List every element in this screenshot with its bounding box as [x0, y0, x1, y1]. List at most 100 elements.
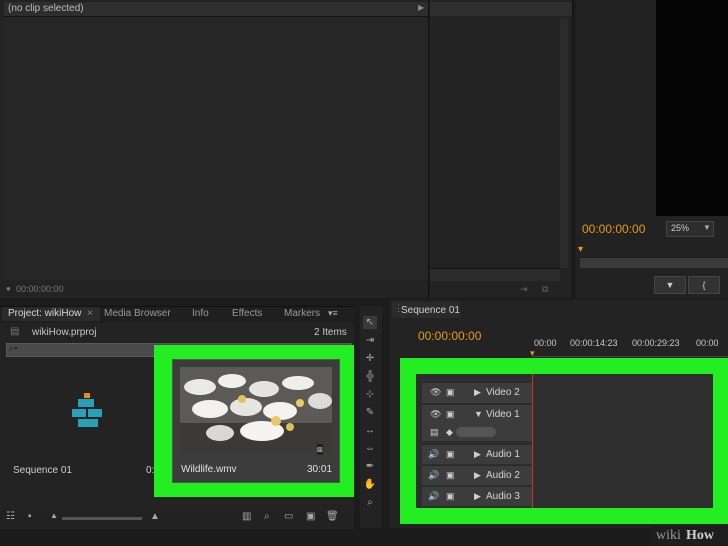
expand-icon[interactable]: ▶ — [474, 470, 481, 481]
tab-info[interactable]: Info — [186, 307, 215, 321]
sync-lock-icon[interactable]: ▣ — [446, 387, 455, 398]
track-name: Audio 2 — [486, 470, 520, 481]
program-playhead-icon[interactable]: ▾ — [578, 244, 583, 255]
hand-tool[interactable]: ✋ — [363, 478, 377, 491]
side-scrollbar[interactable] — [560, 18, 568, 268]
time-ruler[interactable]: 00:00 00:00:14:23 00:00:29:23 00:00 ▾ — [530, 338, 728, 358]
speaker-icon[interactable]: 🔊 — [428, 449, 439, 460]
selection-tool[interactable]: ↖ — [363, 316, 377, 329]
panel-menu-icon[interactable]: ▾≡ — [328, 308, 338, 319]
track-content-area[interactable] — [532, 374, 713, 508]
zoom-select[interactable]: 25% ▼ — [666, 221, 714, 237]
expand-icon[interactable]: ▶ — [474, 387, 481, 398]
zoom-value: 25% — [671, 223, 690, 233]
sync-lock-icon[interactable]: ▣ — [446, 409, 455, 420]
wildlife-thumbnail-image — [180, 367, 332, 453]
project-bottom-toolbar: ☷ ▪ ▲ ▲ ▥ ⌕ ▭ ▣ 🗑 — [0, 511, 354, 527]
list-view-icon[interactable]: ☷ — [6, 511, 15, 522]
program-scrubber[interactable] — [580, 258, 728, 268]
speaker-icon[interactable]: 🔊 — [428, 470, 439, 481]
source-side-panel: ⇥ ⧉ — [430, 0, 573, 298]
wikihow-watermark: wiki How — [652, 526, 728, 546]
mark-in-icon: { — [702, 280, 706, 290]
slip-tool[interactable]: ↔ — [363, 424, 377, 437]
source-clip-header[interactable]: (no clip selected) ▶ — [4, 2, 428, 17]
collapse-icon[interactable]: ▼ — [474, 409, 483, 419]
zoom-slider[interactable] — [62, 517, 142, 520]
track-name: Video 1 — [486, 409, 520, 420]
eye-icon[interactable]: 👁 — [430, 387, 441, 398]
expand-icon[interactable]: ▶ — [474, 449, 481, 460]
program-timecode: 00:00:00:00 — [582, 222, 646, 236]
watermark-how: How — [686, 528, 714, 543]
eye-icon[interactable]: 👁 — [430, 409, 441, 420]
search-icon: ⌕▾ — [9, 343, 18, 353]
display-style-icon[interactable]: ▤ — [430, 427, 439, 438]
ripple-edit-tool[interactable]: ✛ — [363, 352, 377, 365]
speaker-icon[interactable]: 🔊 — [428, 491, 439, 502]
tab-media-browser[interactable]: Media Browser — [98, 307, 177, 321]
header-menu-arrow-icon[interactable]: ▶ — [418, 3, 424, 12]
rate-stretch-tool[interactable]: ⊹ — [363, 388, 377, 401]
tab-effects[interactable]: Effects — [226, 307, 268, 321]
source-monitor-panel: (no clip selected) ▶ ● 00:00:00:00 — [0, 0, 429, 298]
expand-icon[interactable]: ▶ — [474, 491, 481, 502]
timeline-tab[interactable]: ⋮ Sequence 01 — [392, 302, 460, 318]
export-frame-icon[interactable]: ⇥ — [520, 284, 528, 295]
wildlife-item-duration: 30:01 — [307, 464, 333, 475]
track-select-tool[interactable]: ⇥ — [363, 334, 377, 347]
close-icon[interactable]: × — [87, 308, 93, 319]
project-file-icon: ▤ — [10, 326, 20, 337]
trash-icon[interactable]: 🗑 — [326, 511, 339, 522]
razor-tool[interactable]: ✎ — [363, 406, 377, 419]
tab-project[interactable]: Project: wikiHow × — [2, 307, 100, 321]
tab-markers-label: Markers — [284, 308, 321, 319]
new-item-icon[interactable]: ▣ — [306, 511, 315, 522]
tools-panel: ↖ ⇥ ✛ ╬ ⊹ ✎ ↔ ⇔ ✒ ✋ ⌕ — [360, 306, 382, 528]
zoom-out-icon[interactable]: ▲ — [50, 511, 58, 520]
project-tabbar: Project: wikiHow × Media Browser Info Ef… — [0, 307, 354, 323]
tab-markers[interactable]: Markers — [278, 307, 326, 321]
ruler-label: 00:00:14:23 — [570, 338, 618, 348]
timeline-panel: ⋮ Sequence 01 00:00:00:00 00:00 00:00:14… — [390, 300, 728, 528]
zoom-tool[interactable]: ⌕ — [363, 496, 377, 509]
mark-in-button[interactable]: { — [688, 276, 720, 294]
project-item-wildlife[interactable]: ⧈ Wildlife.wmv 30:01 — [172, 359, 340, 483]
keyframe-nav[interactable] — [456, 427, 496, 437]
ruler-label: 00:00 — [534, 338, 557, 348]
settings-icon[interactable]: ⧉ — [542, 284, 548, 295]
timeline-timecode[interactable]: 00:00:00:00 — [418, 329, 481, 343]
project-file-name: wikiHow.prproj — [32, 327, 97, 338]
sync-lock-icon[interactable]: ▣ — [446, 491, 455, 502]
rolling-edit-tool[interactable]: ╬ — [363, 370, 377, 383]
track-name: Video 2 — [486, 387, 520, 398]
source-side-header — [430, 2, 572, 16]
sequence-item-name: Sequence 01 — [13, 465, 72, 476]
tab-project-label: Project: wikiHow — [8, 308, 82, 319]
slide-tool[interactable]: ⇔ — [363, 442, 377, 455]
automate-to-sequence-icon[interactable]: ▥ — [242, 511, 251, 522]
side-hscrollbar[interactable] — [430, 268, 560, 281]
wildlife-thumbnail — [180, 367, 332, 453]
track-area: 👁 ▣ ▶ Video 2 👁 ▣ ▼ Video 1 ▤ ◆ 🔊 ▣ ▶ Au… — [416, 374, 713, 508]
sync-lock-icon[interactable]: ▣ — [446, 470, 455, 481]
ruler-label: 00:00 — [696, 338, 719, 348]
source-clip-label: (no clip selected) — [8, 3, 84, 14]
project-item-sequence[interactable]: Sequence 01 0:00 — [6, 363, 165, 479]
zoom-in-icon[interactable]: ▲ — [150, 511, 160, 522]
source-playhead-icon[interactable]: ● — [6, 284, 11, 293]
find-icon[interactable]: ⌕ — [264, 511, 270, 522]
new-bin-icon[interactable]: ▭ — [284, 511, 293, 522]
playhead-line[interactable] — [532, 374, 533, 508]
source-monitor-viewer — [4, 18, 428, 280]
sync-lock-icon[interactable]: ▣ — [446, 449, 455, 460]
keyframe-icon[interactable]: ◆ — [446, 427, 453, 438]
icon-view-icon[interactable]: ▪ — [28, 511, 32, 522]
pen-tool[interactable]: ✒ — [363, 460, 377, 473]
add-marker-button[interactable]: ▼ — [654, 276, 686, 294]
program-viewer — [656, 0, 728, 216]
wildlife-item-name: Wildlife.wmv — [181, 464, 237, 475]
track-name: Audio 3 — [486, 491, 520, 502]
chevron-down-icon: ▼ — [703, 223, 711, 232]
marker-icon: ▼ — [665, 280, 675, 290]
